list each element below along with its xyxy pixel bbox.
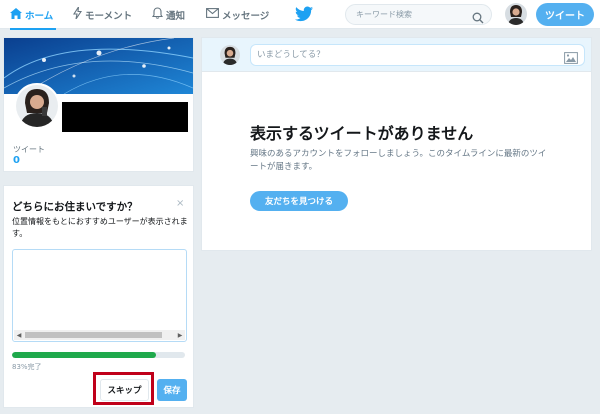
tweets-label[interactable]: ツイート (13, 144, 45, 155)
scroll-left-icon[interactable]: ◀ (14, 330, 24, 340)
compose-avatar (220, 45, 240, 65)
search-box[interactable] (345, 4, 492, 25)
progress-text: 83%完了 (12, 363, 42, 371)
bell-icon (151, 7, 164, 22)
location-description: 位置情報をもとにおすすめユーザーが表示されます。 (12, 217, 188, 238)
profile-avatar[interactable] (14, 83, 60, 129)
save-button[interactable]: 保存 (157, 379, 187, 401)
nav-notifications[interactable]: 通知 (151, 0, 186, 29)
search-icon[interactable] (472, 9, 484, 24)
compose-area (201, 37, 592, 71)
nav-notifications-label: 通知 (166, 10, 186, 22)
compose-input[interactable] (257, 48, 557, 62)
lightning-icon (72, 6, 83, 22)
nav-messages-label: メッセージ (222, 10, 270, 22)
nav-moments-label: モーメント (85, 10, 133, 22)
twitter-bird-logo-icon[interactable] (295, 6, 313, 22)
skip-button[interactable]: スキップ (100, 379, 149, 401)
nav-home[interactable]: ホーム (10, 0, 56, 30)
photo-icon[interactable] (564, 49, 578, 64)
home-icon (10, 7, 22, 22)
tweets-count[interactable]: 0 (13, 155, 20, 166)
tweet-button[interactable]: ツイート (536, 3, 594, 26)
nav-messages[interactable]: メッセージ (206, 0, 269, 29)
empty-timeline-title: 表示するツイートがありません (250, 124, 474, 143)
location-card: どちらにお住まいですか？ × 位置情報をもとにおすすめユーザーが表示されます。 … (3, 185, 194, 408)
scrollbar-thumb[interactable] (25, 332, 162, 338)
compose-input-box[interactable] (250, 44, 585, 66)
envelope-icon (206, 8, 219, 21)
user-avatar-menu[interactable] (505, 3, 527, 25)
empty-timeline-description: 興味のあるアカウントをフォローしましょう。このタイムラインに最新のツイートが届き… (250, 149, 547, 172)
profile-card: ツイート 0 (3, 37, 194, 172)
location-list-box[interactable]: ◀ ▶ (12, 249, 187, 342)
progress-bar (12, 352, 185, 358)
nav-moments[interactable]: モーメント (72, 0, 133, 29)
redacted-name (62, 102, 188, 132)
horizontal-scrollbar[interactable]: ◀ ▶ (14, 330, 185, 340)
close-icon[interactable]: × (176, 198, 184, 209)
search-input[interactable] (356, 7, 471, 22)
timeline-empty-state: 表示するツイートがありません 興味のあるアカウントをフォローしましょう。このタイ… (201, 71, 592, 251)
scroll-right-icon[interactable]: ▶ (175, 330, 185, 340)
nav-home-label: ホーム (25, 10, 54, 22)
top-navigation-bar: ホーム モーメント 通知 メッセージ ツイート (0, 0, 600, 30)
location-title: どちらにお住まいですか？ (12, 201, 138, 213)
find-friends-button[interactable]: 友だちを見つける (250, 191, 348, 211)
progress-bar-fill (12, 352, 156, 358)
